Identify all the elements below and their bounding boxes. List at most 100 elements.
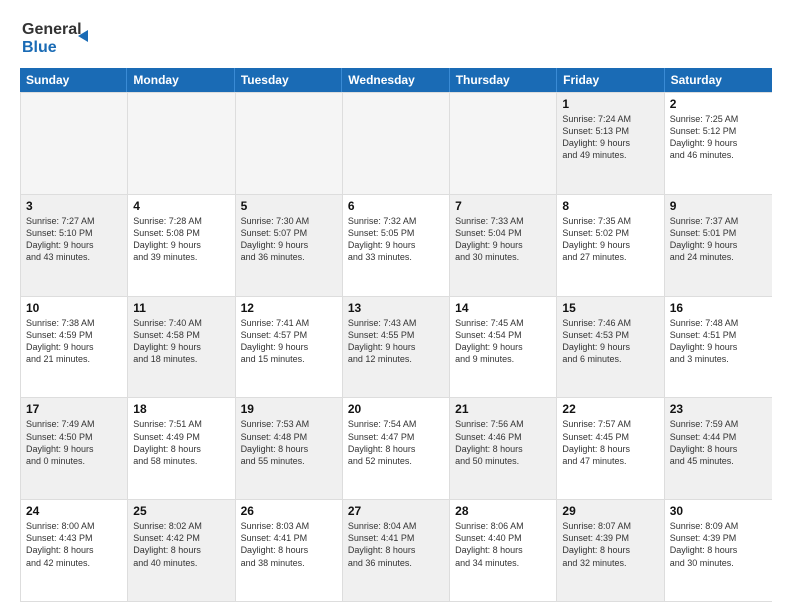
calendar-cell: 8Sunrise: 7:35 AM Sunset: 5:02 PM Daylig… — [557, 195, 664, 296]
day-number: 4 — [133, 199, 229, 213]
calendar-cell: 10Sunrise: 7:38 AM Sunset: 4:59 PM Dayli… — [21, 297, 128, 398]
calendar-day-header: Monday — [127, 68, 234, 92]
logo-icon: GeneralBlue — [20, 16, 100, 58]
day-number: 25 — [133, 504, 229, 518]
calendar-cell: 25 Sunrise: 8:02 AM Sunset: 4:42 PM Dayli… — [128, 500, 235, 601]
calendar-cell: 16 Sunrise: 7:48 AM Sunset: 4:51 PM Dayli… — [665, 297, 772, 398]
day-number: 19 — [241, 402, 337, 416]
calendar-cell: 12Sunrise: 7:41 AM Sunset: 4:57 PM Dayli… — [236, 297, 343, 398]
day-number: 5 — [241, 199, 337, 213]
day-info: Sunrise: 8:00 AM Sunset: 4:43 PM Dayligh… — [26, 520, 122, 569]
calendar-cell: 20 Sunrise: 7:54 AM Sunset: 4:47 PM Dayli… — [343, 398, 450, 499]
day-number: 6 — [348, 199, 444, 213]
calendar-day-header: Sunday — [20, 68, 127, 92]
day-number: 28 — [455, 504, 551, 518]
calendar-cell: 22Sunrise: 7:57 AM Sunset: 4:45 PM Dayli… — [557, 398, 664, 499]
day-info: Sunrise: 7:35 AM Sunset: 5:02 PM Dayligh… — [562, 215, 658, 264]
day-info: Sunrise: 7:38 AM Sunset: 4:59 PM Dayligh… — [26, 317, 122, 366]
day-number: 14 — [455, 301, 551, 315]
day-info: Sunrise: 7:51 AM Sunset: 4:49 PM Dayligh… — [133, 418, 229, 467]
calendar-cell: 23 Sunrise: 7:59 AM Sunset: 4:44 PM Dayli… — [665, 398, 772, 499]
day-info: Sunrise: 7:41 AM Sunset: 4:57 PM Dayligh… — [241, 317, 337, 366]
calendar-day-header: Tuesday — [235, 68, 342, 92]
calendar-cell: 5 Sunrise: 7:30 AM Sunset: 5:07 PM Daylig… — [236, 195, 343, 296]
day-info: Sunrise: 7:24 AM Sunset: 5:13 PM Dayligh… — [562, 113, 658, 162]
day-number: 15 — [562, 301, 658, 315]
calendar-cell: 14 Sunrise: 7:45 AM Sunset: 4:54 PM Dayli… — [450, 297, 557, 398]
calendar-body: 1 Sunrise: 7:24 AM Sunset: 5:13 PM Daylig… — [20, 92, 772, 602]
day-info: Sunrise: 7:54 AM Sunset: 4:47 PM Dayligh… — [348, 418, 444, 467]
calendar-cell: 29 Sunrise: 8:07 AM Sunset: 4:39 PM Dayli… — [557, 500, 664, 601]
day-number: 13 — [348, 301, 444, 315]
day-info: Sunrise: 7:45 AM Sunset: 4:54 PM Dayligh… — [455, 317, 551, 366]
calendar-day-header: Saturday — [665, 68, 772, 92]
calendar-row: 3 Sunrise: 7:27 AM Sunset: 5:10 PM Daylig… — [20, 195, 772, 297]
calendar-row: 1 Sunrise: 7:24 AM Sunset: 5:13 PM Daylig… — [20, 92, 772, 195]
svg-text:General: General — [22, 21, 82, 38]
calendar-cell: 1 Sunrise: 7:24 AM Sunset: 5:13 PM Daylig… — [557, 93, 664, 194]
day-info: Sunrise: 8:09 AM Sunset: 4:39 PM Dayligh… — [670, 520, 767, 569]
day-number: 26 — [241, 504, 337, 518]
calendar-cell: 27Sunrise: 8:04 AM Sunset: 4:41 PM Dayli… — [343, 500, 450, 601]
day-number: 3 — [26, 199, 122, 213]
day-info: Sunrise: 7:46 AM Sunset: 4:53 PM Dayligh… — [562, 317, 658, 366]
calendar-cell: 6 Sunrise: 7:32 AM Sunset: 5:05 PM Daylig… — [343, 195, 450, 296]
calendar-cell — [343, 93, 450, 194]
day-info: Sunrise: 7:49 AM Sunset: 4:50 PM Dayligh… — [26, 418, 122, 467]
day-number: 29 — [562, 504, 658, 518]
day-number: 16 — [670, 301, 767, 315]
day-number: 30 — [670, 504, 767, 518]
day-number: 24 — [26, 504, 122, 518]
header: GeneralBlue — [20, 16, 772, 58]
day-info: Sunrise: 7:27 AM Sunset: 5:10 PM Dayligh… — [26, 215, 122, 264]
day-info: Sunrise: 7:25 AM Sunset: 5:12 PM Dayligh… — [670, 113, 767, 162]
calendar-cell: 15 Sunrise: 7:46 AM Sunset: 4:53 PM Dayli… — [557, 297, 664, 398]
calendar-cell: 17 Sunrise: 7:49 AM Sunset: 4:50 PM Dayli… — [21, 398, 128, 499]
day-number: 27 — [348, 504, 444, 518]
day-number: 18 — [133, 402, 229, 416]
day-number: 17 — [26, 402, 122, 416]
calendar-cell: 26 Sunrise: 8:03 AM Sunset: 4:41 PM Dayli… — [236, 500, 343, 601]
day-info: Sunrise: 7:40 AM Sunset: 4:58 PM Dayligh… — [133, 317, 229, 366]
calendar-cell: 13 Sunrise: 7:43 AM Sunset: 4:55 PM Dayli… — [343, 297, 450, 398]
calendar-cell: 28 Sunrise: 8:06 AM Sunset: 4:40 PM Dayli… — [450, 500, 557, 601]
day-info: Sunrise: 8:07 AM Sunset: 4:39 PM Dayligh… — [562, 520, 658, 569]
calendar-row: 17 Sunrise: 7:49 AM Sunset: 4:50 PM Dayli… — [20, 398, 772, 500]
day-info: Sunrise: 8:03 AM Sunset: 4:41 PM Dayligh… — [241, 520, 337, 569]
day-info: Sunrise: 7:32 AM Sunset: 5:05 PM Dayligh… — [348, 215, 444, 264]
calendar-day-header: Friday — [557, 68, 664, 92]
day-info: Sunrise: 8:02 AM Sunset: 4:42 PM Dayligh… — [133, 520, 229, 569]
day-number: 23 — [670, 402, 767, 416]
calendar-cell: 4 Sunrise: 7:28 AM Sunset: 5:08 PM Daylig… — [128, 195, 235, 296]
day-number: 22 — [562, 402, 658, 416]
calendar-cell: 3 Sunrise: 7:27 AM Sunset: 5:10 PM Daylig… — [21, 195, 128, 296]
calendar-cell: 11 Sunrise: 7:40 AM Sunset: 4:58 PM Dayli… — [128, 297, 235, 398]
day-info: Sunrise: 7:37 AM Sunset: 5:01 PM Dayligh… — [670, 215, 767, 264]
day-info: Sunrise: 8:06 AM Sunset: 4:40 PM Dayligh… — [455, 520, 551, 569]
day-number: 21 — [455, 402, 551, 416]
logo: GeneralBlue — [20, 16, 100, 58]
day-info: Sunrise: 7:43 AM Sunset: 4:55 PM Dayligh… — [348, 317, 444, 366]
day-number: 1 — [562, 97, 658, 111]
day-info: Sunrise: 7:28 AM Sunset: 5:08 PM Dayligh… — [133, 215, 229, 264]
calendar: SundayMondayTuesdayWednesdayThursdayFrid… — [20, 68, 772, 602]
day-info: Sunrise: 7:30 AM Sunset: 5:07 PM Dayligh… — [241, 215, 337, 264]
calendar-cell — [236, 93, 343, 194]
calendar-cell: 18 Sunrise: 7:51 AM Sunset: 4:49 PM Dayli… — [128, 398, 235, 499]
day-number: 20 — [348, 402, 444, 416]
calendar-cell: 19 Sunrise: 7:53 AM Sunset: 4:48 PM Dayli… — [236, 398, 343, 499]
day-info: Sunrise: 7:59 AM Sunset: 4:44 PM Dayligh… — [670, 418, 767, 467]
calendar-cell: 21 Sunrise: 7:56 AM Sunset: 4:46 PM Dayli… — [450, 398, 557, 499]
svg-text:Blue: Blue — [22, 39, 57, 56]
day-info: Sunrise: 7:53 AM Sunset: 4:48 PM Dayligh… — [241, 418, 337, 467]
day-info: Sunrise: 7:48 AM Sunset: 4:51 PM Dayligh… — [670, 317, 767, 366]
day-number: 11 — [133, 301, 229, 315]
day-info: Sunrise: 7:56 AM Sunset: 4:46 PM Dayligh… — [455, 418, 551, 467]
calendar-cell — [128, 93, 235, 194]
day-number: 9 — [670, 199, 767, 213]
calendar-cell: 9 Sunrise: 7:37 AM Sunset: 5:01 PM Daylig… — [665, 195, 772, 296]
day-info: Sunrise: 7:33 AM Sunset: 5:04 PM Dayligh… — [455, 215, 551, 264]
day-number: 7 — [455, 199, 551, 213]
page: GeneralBlue SundayMondayTuesdayWednesday… — [0, 0, 792, 612]
calendar-header: SundayMondayTuesdayWednesdayThursdayFrid… — [20, 68, 772, 92]
